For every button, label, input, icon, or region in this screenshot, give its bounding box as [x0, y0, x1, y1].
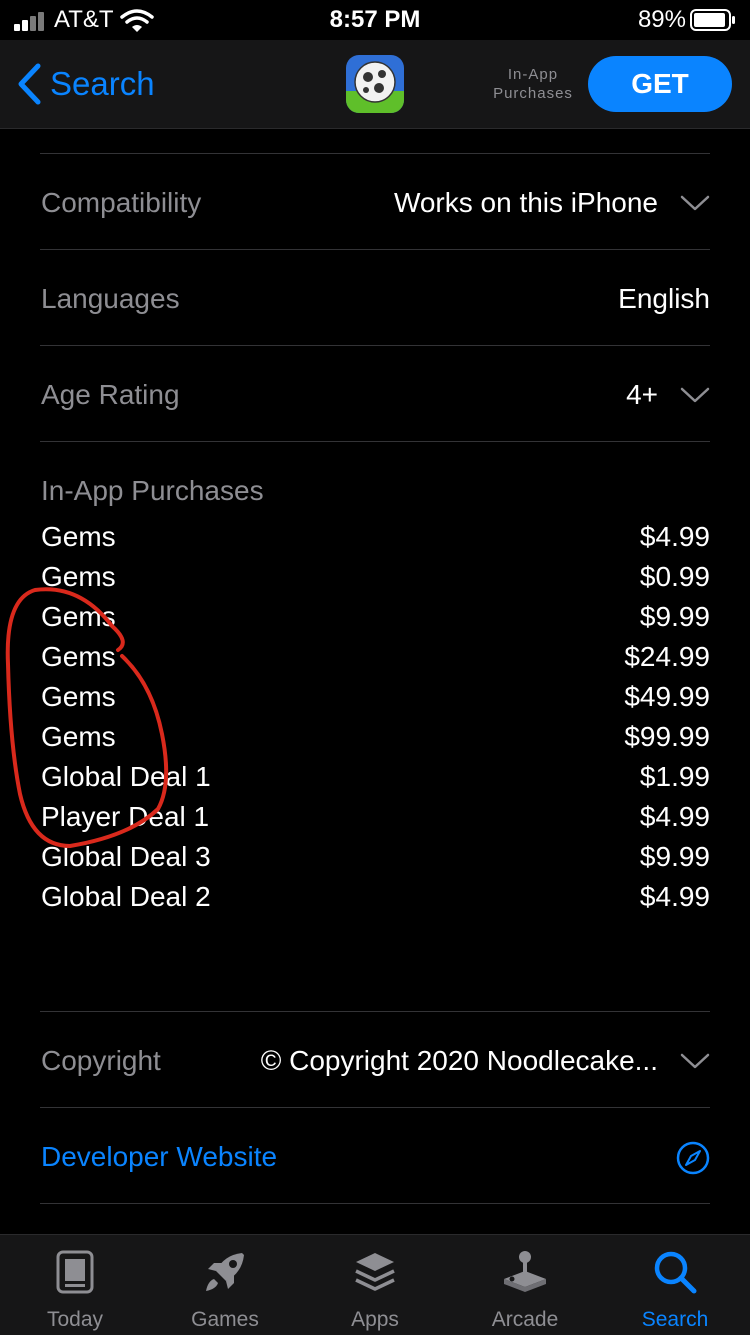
status-bar: AT&T 8:57 PM 89% — [0, 0, 750, 40]
red-circle-annotation — [5, 587, 169, 848]
compatibility-row[interactable]: Works on this iPhone — [394, 187, 710, 219]
chevron-down-icon — [680, 1053, 710, 1069]
compatibility-label: Compatibility — [41, 187, 202, 218]
tab-label: Today — [46, 1308, 104, 1331]
navigation-bar: Search In-App Purchases GET — [0, 40, 750, 129]
iap-item-price: $24.99 — [624, 641, 710, 672]
copyright-value: © Copyright 2020 Noodlecake... — [260, 1045, 658, 1076]
compatibility-value: Works on this iPhone — [393, 187, 658, 218]
copyright-row[interactable]: © Copyright 2020 Noodlecake... — [261, 1045, 710, 1077]
battery-icon — [690, 9, 735, 31]
tab-bar: Today Games Apps Arcade Search — [0, 1234, 750, 1335]
age-rating-row[interactable]: 4+ — [626, 379, 710, 411]
languages-value: English — [618, 283, 710, 314]
joystick-icon — [504, 1251, 546, 1292]
divider — [40, 153, 710, 154]
age-rating-label: Age Rating — [41, 379, 180, 410]
compass-icon[interactable] — [676, 1141, 710, 1175]
iap-item-price: $1.99 — [639, 761, 710, 792]
iap-item-name: Gems — [41, 521, 116, 552]
iap-item-price: $4.99 — [639, 801, 710, 832]
iap-item-price: $0.99 — [639, 561, 710, 592]
today-icon — [56, 1250, 94, 1294]
iap-item-price: $99.99 — [624, 721, 710, 752]
get-button[interactable]: GET — [588, 56, 732, 112]
in-app-purchases-note: In-App Purchases — [493, 66, 573, 102]
iap-item-price: $9.99 — [639, 841, 710, 872]
divider — [40, 345, 710, 346]
age-rating-value: 4+ — [626, 379, 658, 410]
tab-label: Arcade — [491, 1308, 559, 1331]
copyright-label: Copyright — [41, 1045, 161, 1076]
divider — [40, 441, 710, 442]
iap-item-price: $9.99 — [639, 601, 710, 632]
iap-item: Global Deal 2 $4.99 — [41, 877, 710, 917]
search-icon — [654, 1251, 697, 1294]
tab-label: Search — [641, 1308, 709, 1331]
information-section: Compatibility Works on this iPhone Langu… — [0, 129, 750, 1234]
tab-today[interactable]: Today — [0, 1235, 150, 1335]
layers-icon — [355, 1253, 395, 1291]
divider — [40, 1203, 710, 1204]
back-button-label: Search — [50, 65, 155, 102]
tab-apps[interactable]: Apps — [300, 1235, 450, 1335]
app-icon[interactable] — [346, 55, 404, 113]
battery-percentage: 89% — [637, 6, 686, 33]
in-app-purchases-title: In-App Purchases — [41, 475, 264, 506]
back-button[interactable]: Search — [16, 62, 155, 106]
tab-label: Games — [191, 1308, 259, 1331]
languages-label: Languages — [41, 283, 180, 314]
iap-item-price: $4.99 — [639, 881, 710, 912]
chevron-left-icon — [18, 63, 41, 105]
tab-arcade[interactable]: Arcade — [450, 1235, 600, 1335]
divider — [40, 1107, 710, 1108]
tab-games[interactable]: Games — [150, 1235, 300, 1335]
rocket-icon — [206, 1253, 244, 1291]
iap-item-price: $49.99 — [624, 681, 710, 712]
divider — [40, 1011, 710, 1012]
iap-item: Gems $4.99 — [41, 517, 710, 557]
developer-website-link[interactable]: Developer Website — [41, 1141, 277, 1173]
tab-search[interactable]: Search — [600, 1235, 750, 1335]
chevron-down-icon — [680, 387, 710, 403]
chevron-down-icon — [680, 195, 710, 211]
iap-item-price: $4.99 — [639, 521, 710, 552]
tab-label: Apps — [351, 1308, 399, 1331]
iap-item-name: Global Deal 2 — [41, 881, 211, 912]
divider — [40, 249, 710, 250]
